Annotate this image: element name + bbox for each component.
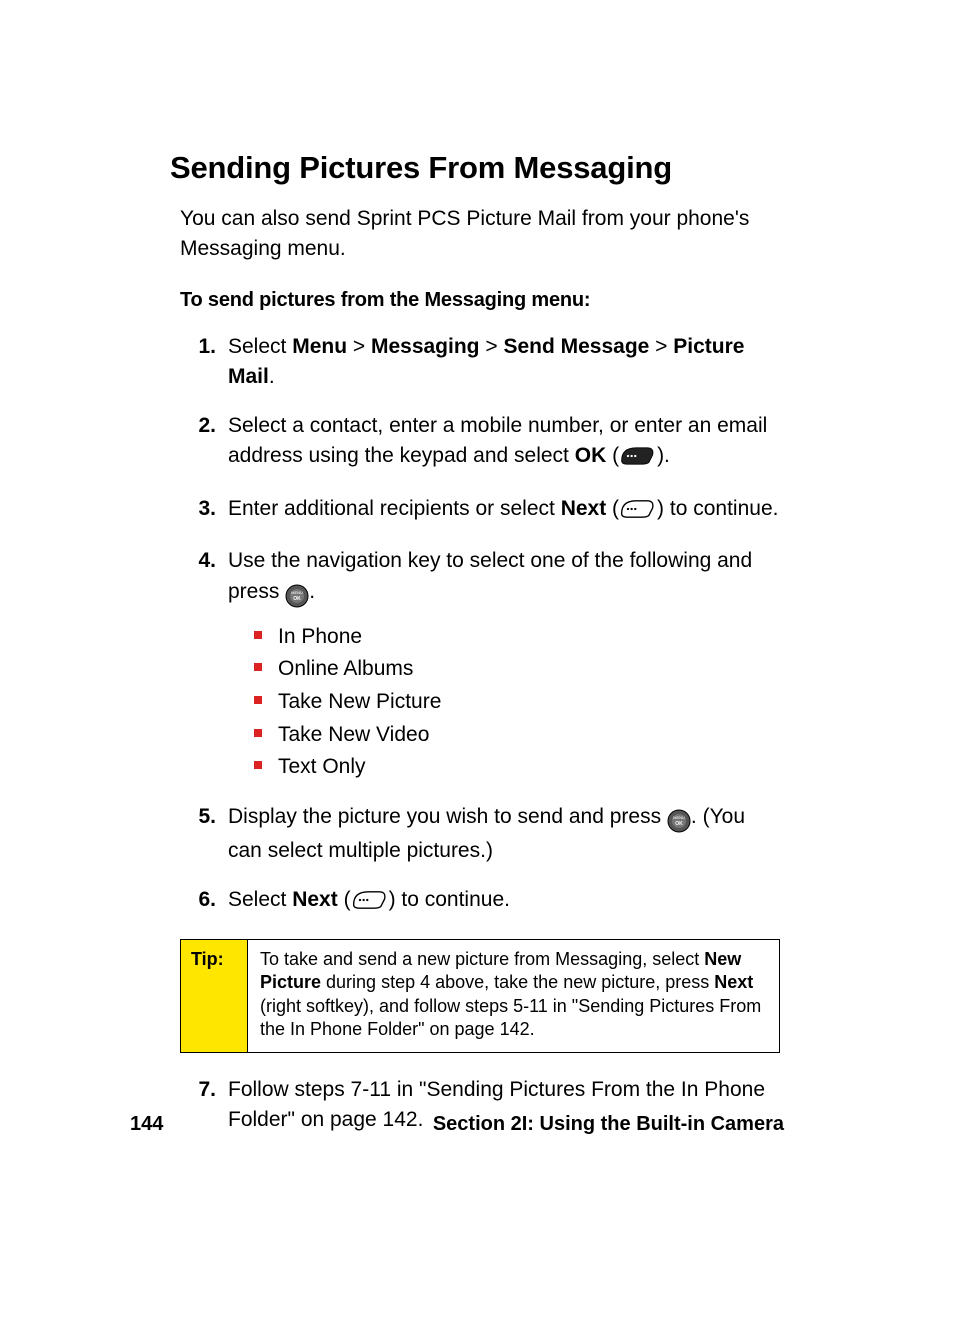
- page-footer: 144 Section 2I: Using the Built-in Camer…: [130, 1113, 784, 1136]
- next-label: Next: [714, 972, 753, 992]
- step-3: 3. Enter additional recipients or select…: [180, 494, 784, 528]
- procedure-heading: To send pictures from the Messaging menu…: [180, 289, 784, 312]
- page-title: Sending Pictures From Messaging: [170, 150, 784, 186]
- option-text-only: Text Only: [254, 751, 784, 784]
- step-text: Display the picture you wish to send and…: [228, 805, 667, 828]
- step-number: 4.: [180, 546, 216, 576]
- step-number: 3.: [180, 494, 216, 524]
- left-softkey-light-icon: [351, 889, 389, 919]
- step-1: 1. Select Menu > Messaging > Send Messag…: [180, 332, 784, 393]
- step-number: 5.: [180, 802, 216, 832]
- step-number: 7.: [180, 1075, 216, 1105]
- page-number: 144: [130, 1113, 163, 1136]
- step-text: Select: [228, 335, 292, 358]
- bullet-icon: [254, 729, 262, 737]
- steps-list: 1. Select Menu > Messaging > Send Messag…: [180, 332, 784, 919]
- ok-label: OK: [575, 444, 607, 467]
- intro-paragraph: You can also send Sprint PCS Picture Mai…: [180, 204, 784, 265]
- step-5: 5. Display the picture you wish to send …: [180, 802, 784, 867]
- option-in-phone: In Phone: [254, 621, 784, 654]
- option-take-new-video: Take New Video: [254, 719, 784, 752]
- bullet-icon: [254, 631, 262, 639]
- step-text: Select: [228, 888, 292, 911]
- step-number: 6.: [180, 885, 216, 915]
- left-softkey-dark-icon: [619, 445, 657, 475]
- tip-label: Tip:: [181, 940, 248, 1052]
- left-softkey-light-icon: [619, 498, 657, 528]
- bullet-icon: [254, 696, 262, 704]
- section-label: Section 2I: Using the Built-in Camera: [433, 1113, 784, 1136]
- step-number: 2.: [180, 411, 216, 441]
- bullet-icon: [254, 663, 262, 671]
- step-text: Enter additional recipients or select: [228, 497, 561, 520]
- send-message-label: Send Message: [503, 335, 649, 358]
- next-label: Next: [561, 497, 607, 520]
- step-6: 6. Select Next () to continue.: [180, 885, 784, 919]
- bullet-icon: [254, 761, 262, 769]
- step-4-options: In Phone Online Albums Take New Picture …: [254, 621, 784, 784]
- ok-button-icon: [667, 806, 691, 836]
- messaging-label: Messaging: [371, 335, 480, 358]
- ok-button-icon: [285, 581, 309, 611]
- step-number: 1.: [180, 332, 216, 362]
- tip-text: To take and send a new picture from Mess…: [248, 940, 779, 1052]
- option-online-albums: Online Albums: [254, 653, 784, 686]
- menu-label: Menu: [292, 335, 347, 358]
- step-text: Select a contact, enter a mobile number,…: [228, 414, 767, 467]
- next-label: Next: [292, 888, 338, 911]
- option-take-new-picture: Take New Picture: [254, 686, 784, 719]
- step-4: 4. Use the navigation key to select one …: [180, 546, 784, 784]
- tip-box: Tip: To take and send a new picture from…: [180, 939, 780, 1053]
- step-2: 2. Select a contact, enter a mobile numb…: [180, 411, 784, 476]
